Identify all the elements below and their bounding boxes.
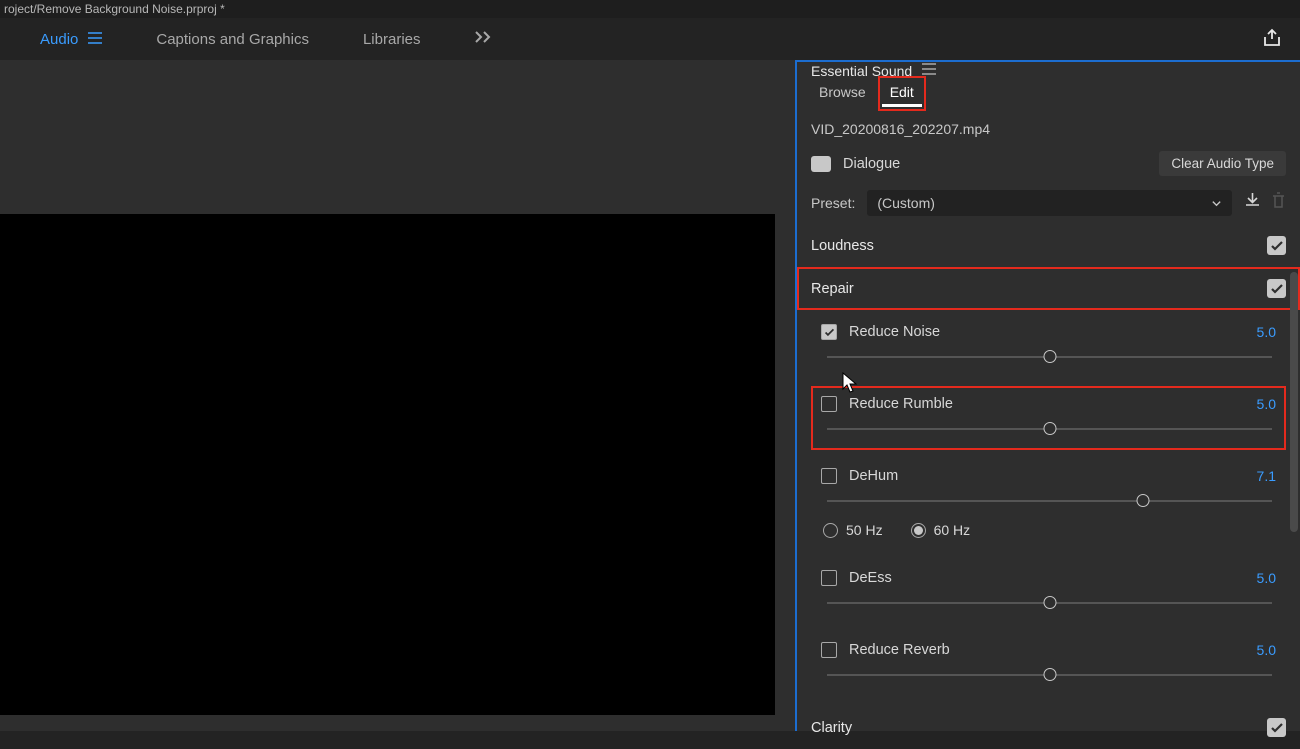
control-label: Reduce Noise [849,324,1245,340]
control-value[interactable]: 7.1 [1257,468,1276,484]
reduce-reverb-slider[interactable] [827,668,1272,682]
control-value[interactable]: 5.0 [1257,642,1276,658]
chevron-down-icon [1211,198,1222,209]
control-value[interactable]: 5.0 [1257,396,1276,412]
dialogue-icon [811,156,831,172]
dehum-checkbox[interactable] [821,468,837,484]
preset-value: (Custom) [877,195,935,211]
reduce-rumble-slider[interactable] [827,422,1272,436]
workspace-tab-label: Audio [40,31,78,48]
preset-label: Preset: [811,195,855,211]
section-repair[interactable]: Repair [797,267,1300,310]
control-label: Reduce Reverb [849,642,1245,658]
window-titlebar: roject/Remove Background Noise.prproj * [0,0,1300,18]
workspace-tab-libraries[interactable]: Libraries [363,31,421,48]
radio-label: 50 Hz [846,522,883,538]
reduce-noise-checkbox[interactable] [821,324,837,340]
section-title: Repair [811,281,854,297]
dehum-50hz-option[interactable]: 50 Hz [823,522,883,538]
deess-checkbox[interactable] [821,570,837,586]
radio-icon [911,523,926,538]
reduce-noise-slider[interactable] [827,350,1272,364]
reduce-reverb-checkbox[interactable] [821,642,837,658]
export-icon[interactable] [1262,28,1282,53]
panel-title: Essential Sound [811,63,912,79]
control-label: DeHum [849,468,1245,484]
audio-type-label: Dialogue [843,156,1147,172]
repair-toggle[interactable] [1267,279,1286,298]
scrollbar[interactable] [1290,272,1298,532]
preset-dropdown[interactable]: (Custom) [867,190,1232,216]
loudness-toggle[interactable] [1267,236,1286,255]
section-clarity[interactable]: Clarity [797,706,1300,749]
control-reduce-noise: Reduce Noise 5.0 [811,314,1286,378]
workspace-tab-audio[interactable]: Audio [40,31,102,48]
save-preset-icon[interactable] [1244,192,1261,214]
panel-menu-icon[interactable] [922,62,936,80]
workspace-tab-bar: Audio Captions and Graphics Libraries [0,18,1300,60]
control-value[interactable]: 5.0 [1257,324,1276,340]
tab-edit[interactable]: Edit [882,80,922,107]
radio-icon [823,523,838,538]
clear-audio-type-button[interactable]: Clear Audio Type [1159,151,1286,176]
tab-browse[interactable]: Browse [811,80,874,107]
section-title: Clarity [811,720,852,736]
section-loudness[interactable]: Loudness [797,224,1300,267]
dehum-slider[interactable] [827,494,1272,508]
workspace-tab-label: Captions and Graphics [156,31,309,48]
reduce-rumble-checkbox[interactable] [821,396,837,412]
control-reduce-reverb: Reduce Reverb 5.0 [811,632,1286,696]
control-value[interactable]: 5.0 [1257,570,1276,586]
program-monitor [0,60,795,731]
workspace-overflow-button[interactable] [475,30,493,48]
project-title: roject/Remove Background Noise.prproj * [4,2,225,16]
dehum-60hz-option[interactable]: 60 Hz [911,522,971,538]
workspace-tab-captions[interactable]: Captions and Graphics [156,31,309,48]
deess-slider[interactable] [827,596,1272,610]
control-reduce-rumble: Reduce Rumble 5.0 [811,386,1286,450]
delete-preset-icon[interactable] [1271,192,1286,214]
control-dehum: DeHum 7.1 50 Hz 60 Hz [811,458,1286,552]
section-title: Loudness [811,238,874,254]
essential-sound-panel: Essential Sound Browse Edit VID_20200816… [795,60,1300,731]
control-label: DeEss [849,570,1245,586]
repair-controls: Reduce Noise 5.0 Reduce Rumble 5.0 DeHum… [797,310,1300,706]
control-label: Reduce Rumble [849,396,1245,412]
workspace-tab-label: Libraries [363,31,421,48]
video-canvas[interactable] [0,214,775,715]
hamburger-icon[interactable] [88,31,102,48]
clip-name: VID_20200816_202207.mp4 [797,113,1300,145]
control-deess: DeEss 5.0 [811,560,1286,624]
radio-label: 60 Hz [934,522,971,538]
clarity-toggle[interactable] [1267,718,1286,737]
panel-tabs: Browse Edit [797,80,1300,113]
